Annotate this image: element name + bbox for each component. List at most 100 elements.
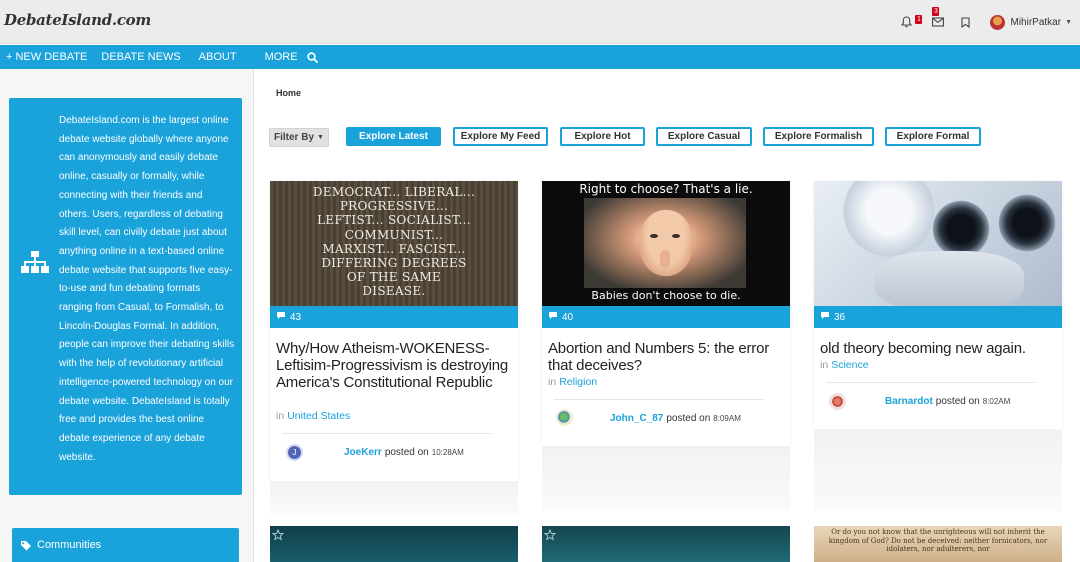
- post-time: 8:09AM: [713, 414, 741, 423]
- card-author: JoeKerr posted on 10:28AM: [344, 447, 464, 458]
- baby-photo: [584, 198, 746, 288]
- debate-card-image[interactable]: DEMOCRAT... LIBERAL... PROGRESSIVE... LE…: [270, 181, 518, 306]
- divider: [554, 399, 764, 400]
- explore-casual-button[interactable]: Explore Casual: [656, 127, 752, 146]
- debate-card-image[interactable]: [542, 526, 790, 562]
- card-shadow: [814, 429, 1062, 511]
- nav-search-button[interactable]: [306, 51, 318, 63]
- debate-card[interactable]: 36 old theory becoming new again. in Scie…: [814, 181, 1062, 429]
- debate-card-image[interactable]: [814, 181, 1062, 306]
- card-author: Barnardot posted on 8:02AM: [885, 396, 1010, 407]
- card-image-caption: DEMOCRAT... LIBERAL... PROGRESSIVE... LE…: [270, 185, 518, 299]
- messages-button[interactable]: 3: [927, 7, 949, 33]
- nav-new-debate[interactable]: + NEW DEBATE: [0, 51, 94, 63]
- nav-debate-news[interactable]: DEBATE NEWS: [94, 51, 187, 63]
- notification-badge: 1: [915, 15, 923, 24]
- caption-top: Right to choose? That's a lie.: [579, 182, 753, 196]
- author-avatar[interactable]: [829, 393, 846, 410]
- category-link[interactable]: United States: [287, 410, 350, 422]
- about-description: DebateIsland.com is the largest online d…: [59, 115, 235, 463]
- debate-card[interactable]: DEMOCRAT... LIBERAL... PROGRESSIVE... LE…: [270, 181, 518, 481]
- card-shadow: [542, 446, 790, 511]
- filter-row: Filter By ▼: [269, 127, 329, 147]
- post-time: 10:28AM: [431, 448, 464, 457]
- explore-my-feed-button[interactable]: Explore My Feed: [453, 127, 548, 146]
- category-prefix: in: [548, 376, 557, 388]
- filter-by-dropdown[interactable]: Filter By ▼: [269, 127, 329, 147]
- category-prefix: in: [820, 359, 829, 371]
- main-nav: + NEW DEBATE DEBATE NEWS ABOUT MORE: [0, 45, 1080, 69]
- caption-line: LEFTIST... SOCIALIST...: [317, 213, 471, 228]
- comment-count: 40: [562, 311, 574, 323]
- username[interactable]: MihirPatkar: [1010, 17, 1061, 28]
- debate-card-image[interactable]: [270, 526, 518, 562]
- caption-bottom: Babies don't choose to die.: [591, 289, 741, 302]
- communities-header[interactable]: Communities: [12, 528, 239, 562]
- star-icon[interactable]: [544, 529, 556, 541]
- sitemap-icon: [21, 251, 49, 273]
- debate-category: in Religion: [548, 376, 597, 388]
- search-icon: [306, 51, 318, 63]
- author-avatar[interactable]: J: [286, 444, 303, 461]
- top-header: DebateIsland.com 1 3 MihirPatkar ▼: [0, 0, 1080, 44]
- explore-hot-button[interactable]: Explore Hot: [560, 127, 645, 146]
- caption-line: COMMUNIST...: [344, 227, 444, 242]
- category-link[interactable]: Science: [831, 359, 868, 371]
- bookmark-icon: [961, 16, 970, 28]
- author-name[interactable]: Barnardot: [885, 396, 933, 407]
- explore-formal-button[interactable]: Explore Formal: [885, 127, 981, 146]
- explore-latest-button[interactable]: Explore Latest: [346, 127, 441, 146]
- comment-icon: [548, 311, 558, 323]
- star-icon[interactable]: [272, 529, 284, 541]
- posted-on-label: posted on: [384, 447, 429, 458]
- debate-card-image[interactable]: Or do you not know that the unrighteous …: [814, 526, 1062, 562]
- card-comment-bar: 43: [270, 306, 518, 328]
- debate-card-image[interactable]: Right to choose? That's a lie. Babies do…: [542, 181, 790, 306]
- avatar-letter: J: [292, 448, 297, 457]
- sidebar: DebateIsland.com is the largest online d…: [0, 69, 254, 562]
- author-avatar[interactable]: [556, 409, 573, 426]
- card-comment-bar: 36: [814, 306, 1062, 328]
- divider: [826, 382, 1036, 383]
- caption-line: DISEASE.: [362, 284, 426, 299]
- author-name[interactable]: John_C_87: [610, 413, 663, 424]
- caption-line: DIFFERING DEGREES: [321, 256, 467, 271]
- divider: [282, 433, 492, 434]
- debate-card[interactable]: Right to choose? That's a lie. Babies do…: [542, 181, 790, 446]
- caption-line: PROGRESSIVE...: [339, 199, 449, 214]
- bookmarks-button[interactable]: [954, 11, 976, 33]
- debate-category: in Science: [820, 359, 869, 371]
- nav-about[interactable]: ABOUT: [188, 51, 244, 63]
- nav-more[interactable]: MORE: [244, 51, 305, 63]
- category-link[interactable]: Religion: [559, 376, 597, 388]
- comment-count: 36: [834, 311, 846, 323]
- caret-down-icon: ▼: [317, 133, 324, 141]
- card-shadow: [270, 481, 518, 515]
- category-prefix: in: [276, 410, 285, 422]
- author-name[interactable]: JoeKerr: [344, 447, 382, 458]
- posted-on-label: posted on: [666, 413, 711, 424]
- card-comment-bar: 40: [542, 306, 790, 328]
- tag-icon: [21, 540, 31, 550]
- filter-by-label: Filter By: [274, 131, 315, 143]
- chevron-down-icon[interactable]: ▼: [1065, 19, 1072, 26]
- user-avatar[interactable]: [990, 14, 1006, 30]
- post-time: 8:02AM: [982, 397, 1011, 406]
- message-badge: 3: [932, 7, 940, 16]
- posted-on-label: posted on: [935, 396, 980, 407]
- about-box: DebateIsland.com is the largest online d…: [9, 98, 242, 495]
- site-logo[interactable]: DebateIsland.com: [4, 11, 151, 29]
- debate-title[interactable]: Abortion and Numbers 5: the error that d…: [548, 340, 786, 374]
- explore-formalish-button[interactable]: Explore Formalish: [763, 127, 874, 146]
- caption-line: DEMOCRAT... LIBERAL...: [312, 185, 476, 199]
- card-image-caption: Or do you not know that the unrighteous …: [828, 528, 1048, 554]
- debate-title[interactable]: old theory becoming new again.: [820, 340, 1058, 357]
- bell-icon: [900, 16, 912, 28]
- envelope-icon: [932, 17, 945, 27]
- caption-line: OF THE SAME: [346, 270, 442, 285]
- comment-count: 43: [290, 311, 302, 323]
- debate-category: in United States: [276, 410, 350, 422]
- notifications-button[interactable]: 1: [895, 11, 923, 33]
- breadcrumb[interactable]: Home: [276, 88, 301, 98]
- debate-title[interactable]: Why/How Atheism-WOKENESS-Leftisim-Progre…: [276, 340, 514, 391]
